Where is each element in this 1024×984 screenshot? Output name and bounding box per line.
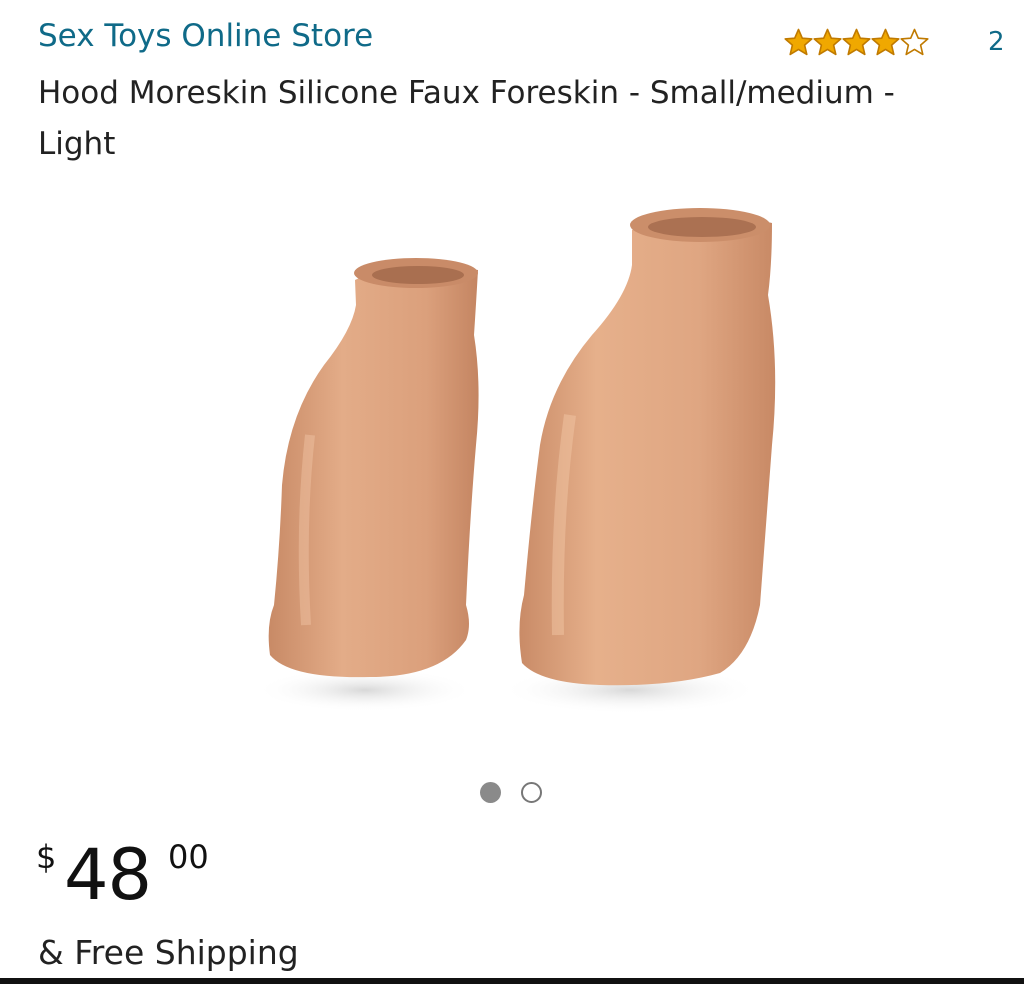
star-filled-icon <box>871 28 900 55</box>
product-photo-icon <box>255 208 776 714</box>
bottom-edge-bar <box>0 978 1024 984</box>
star-filled-icon <box>784 28 813 55</box>
carousel-dots[interactable] <box>480 782 542 803</box>
right-hole <box>648 217 756 237</box>
carousel-dot[interactable] <box>480 782 501 803</box>
left-sleeve <box>268 265 479 678</box>
carousel-dot[interactable] <box>521 782 542 803</box>
star-empty-icon <box>900 28 929 55</box>
product-title[interactable]: Hood Moreskin Silicone Faux Foreskin - S… <box>38 68 978 170</box>
price-currency: $ <box>36 838 57 876</box>
review-count[interactable]: 2 <box>988 27 1005 57</box>
star-rating[interactable] <box>784 22 929 62</box>
product-image[interactable] <box>240 185 800 745</box>
left-hole <box>372 266 464 284</box>
store-link[interactable]: Sex Toys Online Store <box>38 18 373 54</box>
star-filled-icon <box>813 28 842 55</box>
price-whole: 48 <box>64 834 152 916</box>
shipping-info: & Free Shipping <box>38 933 299 972</box>
price-fraction: 00 <box>168 838 209 876</box>
stars-group <box>784 28 929 57</box>
star-filled-icon <box>842 28 871 55</box>
